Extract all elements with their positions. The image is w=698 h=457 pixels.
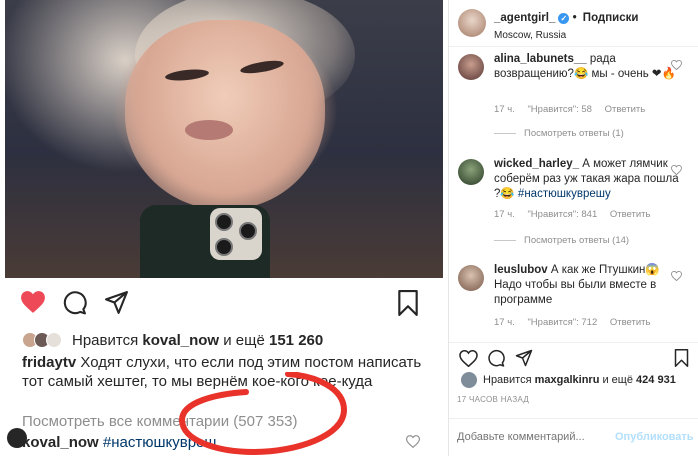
liker-avatar [461, 372, 477, 388]
likes-prefix: Нравится [483, 374, 532, 386]
comments-panel: _agentgirl_ ✓ • Подписки Moscow, Russia a… [449, 0, 698, 456]
comment-text: alina_labunets__ рада возвращению?😂 мы -… [494, 52, 684, 82]
likes-user-link[interactable]: maxgalkinru [535, 374, 600, 386]
comment-time[interactable]: 17 ч. [494, 104, 515, 115]
likes-prefix: Нравится [72, 331, 139, 349]
view-replies-label: Посмотреть ответы (1) [524, 128, 624, 139]
comment-username[interactable]: wicked_harley_ [494, 158, 579, 170]
photo-face [125, 20, 325, 210]
comment-time[interactable]: 17 ч. [494, 317, 515, 328]
photo-lens [215, 238, 233, 256]
reply-button[interactable]: Ответить [610, 317, 651, 328]
add-comment-bar: Опубликовать [449, 418, 698, 457]
comment-like-icon[interactable] [671, 271, 682, 281]
post-timestamp[interactable]: 17 ЧАСОВ НАЗАД [457, 395, 529, 404]
comment-likes[interactable]: "Нравится": 712 [527, 317, 597, 328]
comment-icon[interactable] [62, 290, 87, 315]
commenter-avatar[interactable] [458, 54, 484, 80]
heart-outline-icon[interactable] [459, 350, 478, 367]
author-avatar[interactable] [458, 9, 486, 37]
comment-icon[interactable] [487, 349, 505, 367]
comment-like-icon[interactable] [671, 165, 682, 175]
reply-button[interactable]: Ответить [605, 104, 646, 115]
comment-like-icon[interactable] [406, 435, 420, 448]
following-button[interactable]: Подписки [583, 12, 639, 24]
likes-middle: и ещё [602, 374, 633, 386]
reply-button[interactable]: Ответить [610, 209, 651, 220]
bottom-comment-hashtag[interactable]: #настюшкувреш [103, 434, 217, 451]
share-icon[interactable] [515, 349, 533, 367]
comment-likes[interactable]: "Нравится": 58 [527, 104, 592, 115]
bookmark-icon[interactable] [397, 290, 419, 316]
likes-row: Нравится koval_now и ещё 151 260 [22, 330, 323, 350]
comment-meta: 17 ч. "Нравится": 712 Ответить [494, 317, 660, 328]
header-dot: • [572, 12, 577, 24]
heart-icon[interactable] [20, 290, 46, 314]
view-replies-label: Посмотреть ответы (14) [524, 235, 630, 246]
view-replies-link[interactable]: Посмотреть ответы (14) [494, 235, 629, 246]
panel-actions [449, 342, 698, 373]
share-icon[interactable] [104, 290, 129, 315]
comment-hashtag[interactable]: #настюшкуврешу [518, 188, 611, 200]
author-username[interactable]: _agentgirl_ [494, 12, 555, 24]
post-caption: fridaytv Ходят слухи, что если под этим … [22, 353, 422, 391]
comment-meta: 17 ч. "Нравится": 841 Ответить [494, 209, 660, 220]
likes-count[interactable]: 424 931 [636, 374, 676, 386]
publish-button[interactable]: Опубликовать [615, 431, 694, 443]
comment-username[interactable]: alina_labunets__ [494, 53, 587, 65]
post-photo[interactable] [5, 0, 443, 278]
photo-lips [185, 120, 233, 140]
bottom-comment-user[interactable]: koval_now [22, 434, 99, 451]
panel-likes-row: Нравится maxgalkinru и ещё 424 931 [461, 372, 676, 388]
add-comment-input[interactable] [457, 431, 607, 443]
caption-username[interactable]: fridaytv [22, 354, 76, 371]
comment-time[interactable]: 17 ч. [494, 209, 515, 220]
caption-text: Ходят слухи, что если под этим постом на… [22, 354, 422, 390]
bottom-comment: koval_now #настюшкувреш [22, 434, 216, 451]
header-name-row: _agentgirl_ ✓ • Подписки [494, 12, 638, 24]
post-actions [0, 286, 448, 326]
post-header: _agentgirl_ ✓ • Подписки Moscow, Russia [449, 0, 698, 47]
photo-lens [239, 222, 257, 240]
likes-text: Нравится koval_now и ещё 151 260 [72, 332, 323, 349]
commenter-avatar[interactable] [458, 265, 484, 291]
commenter-avatar[interactable] [458, 159, 484, 185]
comment-text: leuslubov А как же Птушкин😱 Надо чтобы в… [494, 263, 684, 308]
comment-likes[interactable]: "Нравится": 841 [527, 209, 597, 220]
bookmark-icon[interactable] [674, 349, 689, 367]
view-replies-link[interactable]: Посмотреть ответы (1) [494, 128, 624, 139]
likes-count[interactable]: 151 260 [269, 332, 323, 349]
likes-middle: и ещё [223, 331, 265, 349]
view-all-comments-link[interactable]: Посмотреть все комментарии (507 353) [22, 413, 298, 430]
comment-text: wicked_harley_ А может лямчик соберём ра… [494, 157, 684, 202]
post-location[interactable]: Moscow, Russia [494, 30, 566, 41]
comment-like-icon[interactable] [671, 60, 682, 70]
mobile-post: Нравится koval_now и ещё 151 260 fridayt… [0, 0, 449, 456]
comment-meta: 17 ч. "Нравится": 58 Ответить [494, 104, 655, 115]
photo-lens [215, 213, 233, 231]
likes-user-link[interactable]: koval_now [142, 332, 219, 349]
comment-username[interactable]: leuslubov [494, 264, 548, 276]
verified-badge-icon: ✓ [558, 13, 570, 24]
liker-avatar [46, 332, 62, 348]
